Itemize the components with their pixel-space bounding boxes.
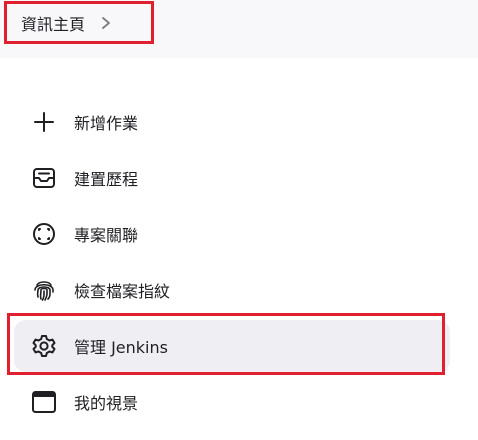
sidebar-item-label: 我的視景 <box>74 394 139 413</box>
gear-icon <box>30 332 58 360</box>
fingerprint-icon <box>30 276 58 304</box>
breadcrumb[interactable]: 資訊主頁 <box>4 1 154 44</box>
sidebar-item-label: 管理 Jenkins <box>74 338 168 357</box>
sidebar-item-fingerprint[interactable]: 檢查檔案指紋 <box>14 264 450 316</box>
sidebar-item-project-relation[interactable]: 專案關聯 <box>14 208 450 260</box>
window-icon <box>30 388 58 416</box>
chevron-right-icon[interactable] <box>99 16 113 30</box>
breadcrumb-home-label[interactable]: 資訊主頁 <box>21 11 85 35</box>
sidebar-item-label: 專案關聯 <box>74 226 139 245</box>
sidebar-item-label: 新增作業 <box>74 114 139 133</box>
sidebar-item-label: 建置歷程 <box>74 170 139 189</box>
sidebar-item-new-job[interactable]: 新增作業 <box>14 96 450 148</box>
sidebar-item-manage-jenkins[interactable]: 管理 Jenkins <box>14 320 450 372</box>
plus-icon <box>30 108 58 136</box>
sidebar-item-my-views[interactable]: 我的視景 <box>14 376 450 428</box>
relation-icon <box>30 220 58 248</box>
sidebar-item-label: 檢查檔案指紋 <box>74 282 171 301</box>
sidebar-item-build-history[interactable]: 建置歷程 <box>14 152 450 204</box>
inbox-tray-icon <box>30 164 58 192</box>
